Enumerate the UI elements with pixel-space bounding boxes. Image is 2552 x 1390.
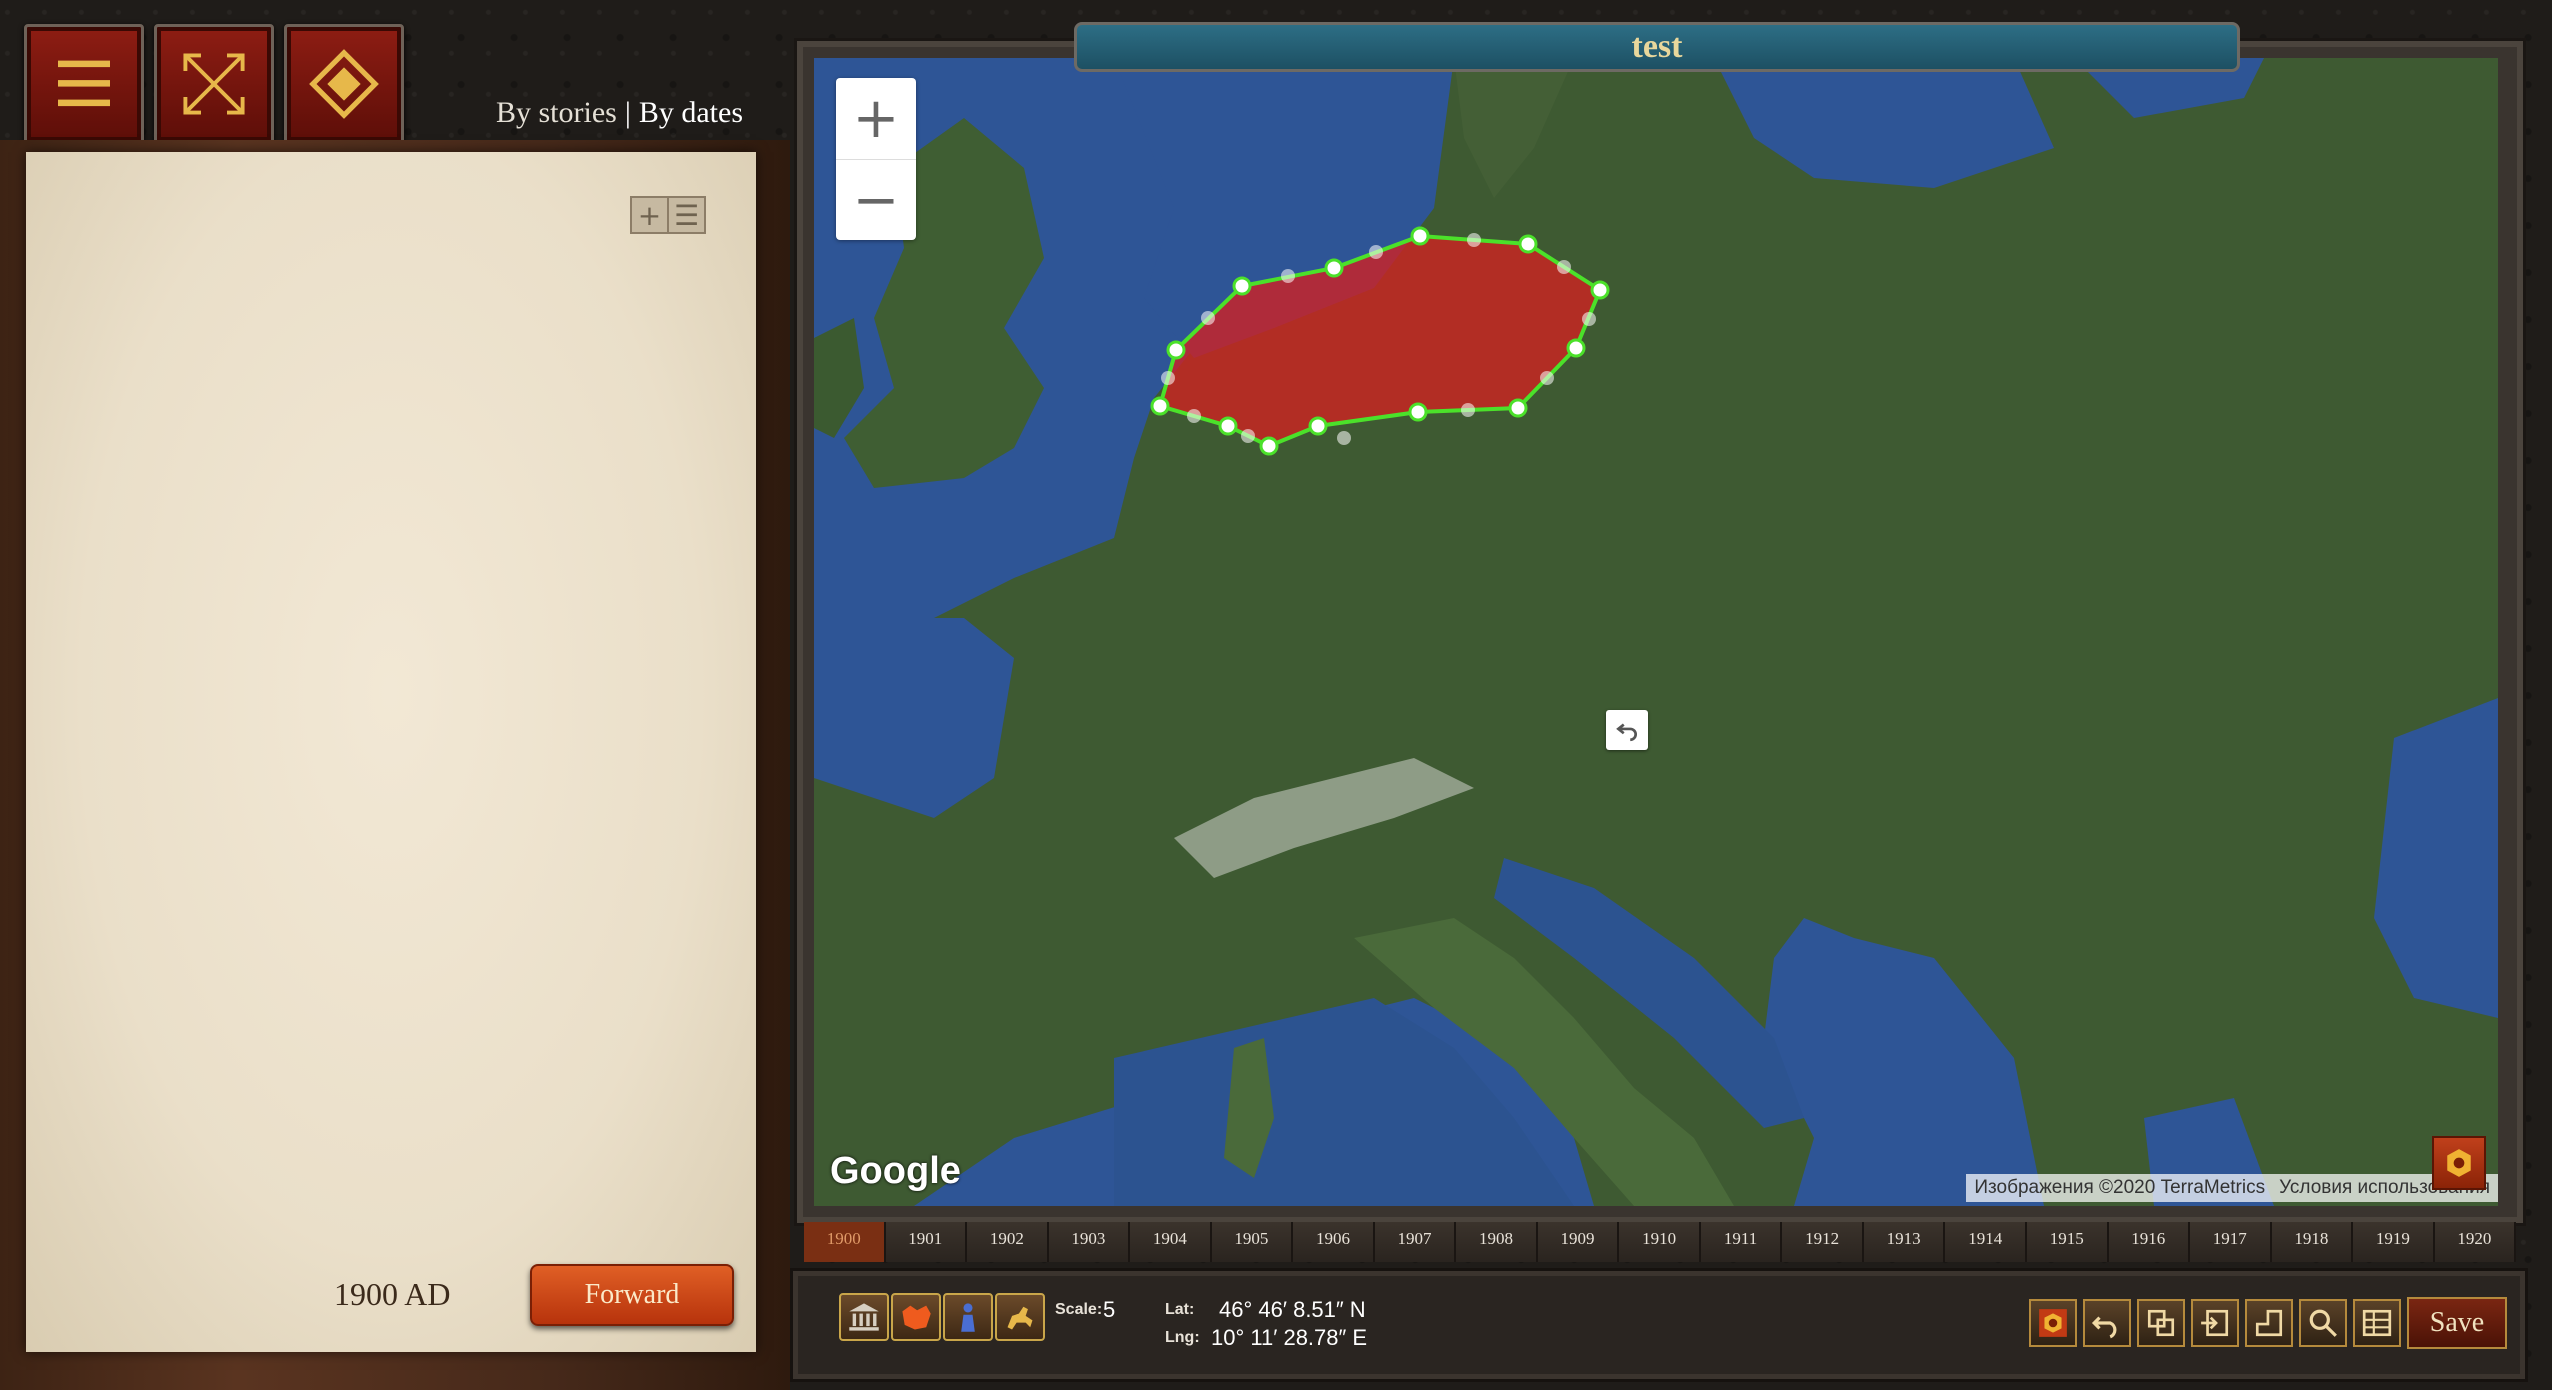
menu-button[interactable] [24, 24, 144, 144]
zoom-control: + − [836, 78, 916, 240]
imagery-credit: Изображения ©2020 TerraMetrics [1974, 1177, 2266, 1198]
timeline-year[interactable]: 1915 [2026, 1222, 2109, 1262]
copy-icon [2147, 1309, 2175, 1337]
timeline-year[interactable]: 1904 [1130, 1222, 1212, 1262]
frame-tool[interactable] [2245, 1299, 2293, 1347]
year-timeline: 1900 1901 1902 1903 1904 1905 1906 1907 1908 1909… [804, 1222, 2517, 1262]
timeline-year[interactable]: 1917 [2190, 1222, 2272, 1262]
person-layer-button[interactable] [943, 1293, 993, 1341]
timeline-year[interactable]: 1920 [2434, 1222, 2517, 1262]
view-switch: By stories | By dates [496, 96, 743, 130]
frame-icon [2255, 1309, 2283, 1337]
person-icon [961, 1303, 975, 1332]
gear-icon [2447, 1149, 2471, 1177]
museum-icon [849, 1303, 879, 1331]
zoom-out-button[interactable]: − [836, 159, 916, 241]
add-list-control: + ☰ [630, 196, 706, 234]
timeline-year[interactable]: 1909 [1537, 1222, 1620, 1262]
timeline-year[interactable]: 1901 [885, 1222, 968, 1262]
lng-value: 10° 11′ 28.78″ E [1211, 1325, 1368, 1350]
timeline-year[interactable]: 1908 [1456, 1222, 1538, 1262]
by-dates-link[interactable]: By dates [639, 96, 743, 129]
timeline-year[interactable]: 1916 [2108, 1222, 2191, 1262]
grid-icon [2362, 1309, 2392, 1337]
hamburger-icon [58, 60, 110, 107]
compass-diamond-icon [309, 49, 379, 119]
google-logo: Google [830, 1150, 961, 1192]
satellite-map[interactable] [814, 58, 2498, 1206]
lng-label: Lng: [1165, 1329, 1200, 1346]
timeline-year[interactable]: 1906 [1293, 1222, 1375, 1262]
museum-layer-button[interactable] [839, 1293, 889, 1341]
lat-label: Lat: [1165, 1301, 1195, 1318]
scale-label: Scale: [1055, 1301, 1103, 1318]
separator: | [624, 96, 631, 129]
compass-button[interactable] [284, 24, 404, 144]
story-panel [26, 152, 756, 1352]
by-stories-link[interactable]: By stories [496, 96, 617, 129]
timeline-year[interactable]: 1912 [1782, 1222, 1864, 1262]
map-view[interactable]: + − Google Изображения ©2020 TerraMetric… [814, 58, 2498, 1206]
battle-layer-button[interactable] [995, 1293, 1045, 1341]
save-button[interactable]: Save [2407, 1297, 2507, 1349]
expand-button[interactable] [154, 24, 274, 144]
grid-tool[interactable] [2353, 1299, 2401, 1347]
undo-button[interactable] [1606, 710, 1648, 750]
timeline-year[interactable]: 1900 [804, 1222, 886, 1262]
settings-tool[interactable] [2029, 1299, 2077, 1347]
import-tool[interactable] [2191, 1299, 2239, 1347]
search-tool[interactable] [2299, 1299, 2347, 1347]
timeline-year[interactable]: 1910 [1619, 1222, 1701, 1262]
search-icon [2309, 1309, 2337, 1337]
map-title: test [1074, 22, 2240, 72]
undo-hand-icon [2091, 1316, 2117, 1339]
territory-layer-button[interactable] [891, 1293, 941, 1341]
add-icon[interactable]: + [632, 198, 667, 232]
list-icon[interactable]: ☰ [667, 198, 704, 232]
bottom-toolbar: Scale: 5 Lat: 46° 46′ 8.51″ N Lng: 10° 1… [790, 1268, 2528, 1382]
timeline-year[interactable]: 1902 [967, 1222, 1049, 1262]
map-attribution: Изображения ©2020 TerraMetrics Условия и… [1966, 1174, 2498, 1202]
zoom-in-button[interactable]: + [836, 78, 916, 159]
timeline-year[interactable]: 1907 [1374, 1222, 1457, 1262]
timeline-year[interactable]: 1919 [2353, 1222, 2435, 1262]
undo-icon [1616, 723, 1637, 742]
import-icon [2201, 1309, 2229, 1337]
map-settings-button[interactable] [2432, 1136, 2486, 1190]
scale-value: 5 [1103, 1297, 1116, 1322]
undo-tool[interactable] [2083, 1299, 2131, 1347]
timeline-year[interactable]: 1918 [2271, 1222, 2354, 1262]
territory-icon [902, 1305, 931, 1330]
timeline-year[interactable]: 1905 [1211, 1222, 1294, 1262]
forward-button[interactable]: Forward [530, 1264, 734, 1326]
horse-rider-icon [1007, 1306, 1033, 1330]
copy-tool[interactable] [2137, 1299, 2185, 1347]
timeline-year[interactable]: 1914 [1945, 1222, 2027, 1262]
timeline-year[interactable]: 1911 [1700, 1222, 1783, 1262]
gear-icon [2039, 1309, 2067, 1337]
lat-value: 46° 46′ 8.51″ N [1219, 1297, 1366, 1322]
current-date-label: 1900 AD [334, 1276, 451, 1312]
timeline-year[interactable]: 1913 [1863, 1222, 1946, 1262]
timeline-year[interactable]: 1903 [1048, 1222, 1131, 1262]
expand-arrows-icon [183, 53, 245, 115]
